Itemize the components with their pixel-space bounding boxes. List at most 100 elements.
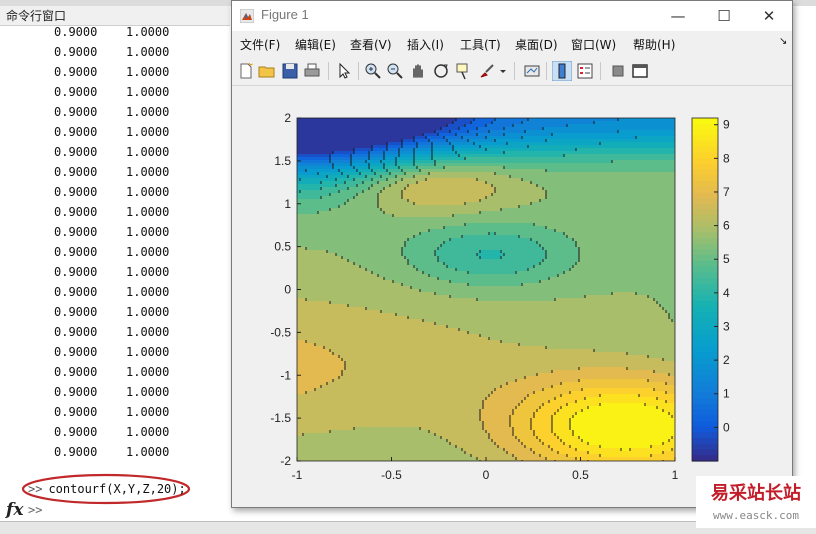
colorbar-tick-label: 6 bbox=[723, 219, 730, 233]
function-browser-icon[interactable]: fx bbox=[6, 500, 23, 520]
output-row: 0.9000 1.0000 bbox=[0, 362, 230, 382]
y-tick-label: 2 bbox=[284, 111, 291, 125]
close-button[interactable]: ✕ bbox=[746, 1, 792, 31]
y-tick-label: -2 bbox=[280, 454, 291, 468]
colorbar-segment bbox=[692, 329, 718, 336]
menu-insert[interactable]: 插入(I) bbox=[407, 36, 444, 53]
colorbar-segment bbox=[692, 255, 718, 262]
dock-arrow-icon[interactable]: ↘ bbox=[779, 36, 787, 47]
menu-window[interactable]: 窗口(W) bbox=[571, 36, 616, 53]
y-tick-label: 1.5 bbox=[274, 154, 291, 168]
colorbar-segment bbox=[692, 375, 718, 382]
colorbar-segment bbox=[692, 386, 718, 393]
output-value: 1.0000 bbox=[126, 385, 170, 399]
y-tick-label: -0.5 bbox=[270, 325, 291, 339]
colorbar-segment bbox=[692, 335, 718, 342]
colorbar-tick-label: 0 bbox=[723, 420, 730, 434]
colorbar-segment bbox=[692, 409, 718, 416]
colorbar-segment bbox=[692, 380, 718, 388]
brush-dropdown-icon[interactable] bbox=[498, 61, 508, 81]
menu-edit[interactable]: 编辑(E) bbox=[295, 36, 336, 53]
x-tick-label: -0.5 bbox=[381, 468, 402, 482]
figure-canvas[interactable]: -1 -0.5 0 0.5 1 2 1.5 1 0.5 0 -0.5 -1 -1.5 -2 9 8 7 6 5 4… bbox=[232, 87, 792, 507]
print-icon[interactable] bbox=[302, 61, 322, 81]
brush-icon[interactable] bbox=[477, 61, 497, 81]
colorbar-segment bbox=[692, 403, 718, 411]
output-value: 0.9000 bbox=[54, 245, 98, 259]
contour-band bbox=[663, 460, 675, 461]
output-row: 0.9000 1.0000 bbox=[0, 182, 230, 202]
y-tick-label: 1 bbox=[284, 197, 291, 211]
status-bar bbox=[0, 521, 816, 534]
hide-plot-tools-icon[interactable] bbox=[608, 61, 628, 81]
colorbar-segment bbox=[692, 135, 718, 142]
toolbar-separator bbox=[514, 62, 515, 80]
link-plot-icon[interactable] bbox=[522, 61, 542, 81]
colorbar-segment bbox=[692, 152, 718, 159]
output-value: 0.9000 bbox=[54, 25, 98, 39]
colorbar-segment bbox=[692, 129, 718, 136]
colorbar-segment bbox=[692, 220, 718, 228]
output-value: 0.9000 bbox=[54, 145, 98, 159]
figure-titlebar[interactable]: Figure 1 — ☐ ✕ bbox=[232, 1, 792, 31]
output-row: 0.9000 1.0000 bbox=[0, 102, 230, 122]
colorbar-segment bbox=[692, 358, 718, 365]
output-value: 0.9000 bbox=[54, 225, 98, 239]
data-cursor-icon[interactable] bbox=[454, 61, 474, 81]
contour-line bbox=[587, 460, 589, 461]
output-value: 1.0000 bbox=[126, 285, 170, 299]
output-row: 0.9000 1.0000 bbox=[0, 62, 230, 82]
colorbar-segment bbox=[692, 140, 718, 148]
watermark-url: www.easck.com bbox=[713, 509, 799, 522]
menu-help[interactable]: 帮助(H) bbox=[633, 36, 675, 53]
y-tick-label: -1.5 bbox=[270, 411, 291, 425]
zoom-in-icon[interactable] bbox=[363, 61, 383, 81]
output-row: 0.9000 1.0000 bbox=[0, 222, 230, 242]
output-value: 1.0000 bbox=[126, 105, 170, 119]
pan-icon[interactable] bbox=[408, 61, 428, 81]
contour-band bbox=[522, 460, 556, 461]
menu-desktop[interactable]: 桌面(D) bbox=[515, 36, 558, 53]
output-row: 0.9000 1.0000 bbox=[0, 82, 230, 102]
contour-plot-area bbox=[297, 118, 675, 461]
save-icon[interactable] bbox=[280, 61, 300, 81]
contour-band bbox=[588, 460, 664, 461]
show-plot-tools-icon[interactable] bbox=[630, 61, 650, 81]
output-value: 0.9000 bbox=[54, 325, 98, 339]
open-file-icon[interactable] bbox=[257, 61, 277, 81]
output-row: 0.9000 1.0000 bbox=[0, 422, 230, 442]
output-value: 0.9000 bbox=[54, 345, 98, 359]
figure-window[interactable]: Figure 1 — ☐ ✕ 文件(F) 编辑(E) 查看(V) 插入(I) 工… bbox=[231, 0, 793, 508]
new-figure-icon[interactable] bbox=[236, 61, 256, 81]
output-value: 1.0000 bbox=[126, 165, 170, 179]
output-row: 0.9000 1.0000 bbox=[0, 302, 230, 322]
contour-line bbox=[521, 460, 523, 461]
command-input-prompt[interactable]: >> bbox=[28, 503, 42, 517]
minimize-button[interactable]: — bbox=[655, 1, 701, 31]
colorbar-segment bbox=[692, 443, 718, 451]
pointer-icon[interactable] bbox=[334, 61, 354, 81]
colorbar-segment bbox=[692, 215, 718, 222]
insert-legend-icon[interactable] bbox=[575, 61, 595, 81]
colorbar-segment bbox=[692, 118, 718, 125]
insert-colorbar-icon[interactable] bbox=[552, 61, 572, 81]
command-window-output: 0.9000 1.0000 0.9000 1.0000 0.9000 1.0000 0.90… bbox=[0, 22, 230, 462]
menu-file[interactable]: 文件(F) bbox=[240, 36, 280, 53]
output-value: 0.9000 bbox=[54, 85, 98, 99]
rotate-3d-icon[interactable] bbox=[431, 61, 451, 81]
figure-title: Figure 1 bbox=[261, 7, 309, 22]
colorbar-segment bbox=[692, 363, 718, 371]
colorbar-segment bbox=[692, 306, 718, 313]
menu-view[interactable]: 查看(V) bbox=[350, 36, 392, 53]
output-value: 1.0000 bbox=[126, 325, 170, 339]
command-line[interactable]: >> contourf(X,Y,Z,20); bbox=[28, 482, 186, 496]
output-value: 0.9000 bbox=[54, 285, 98, 299]
zoom-out-icon[interactable] bbox=[385, 61, 405, 81]
menu-tools[interactable]: 工具(T) bbox=[460, 36, 501, 53]
y-tick-label: -1 bbox=[280, 368, 291, 382]
output-value: 1.0000 bbox=[126, 305, 170, 319]
colorbar-tick-label: 9 bbox=[723, 118, 730, 132]
output-value: 1.0000 bbox=[126, 225, 170, 239]
maximize-button[interactable]: ☐ bbox=[701, 1, 747, 31]
output-row: 0.9000 1.0000 bbox=[0, 342, 230, 362]
